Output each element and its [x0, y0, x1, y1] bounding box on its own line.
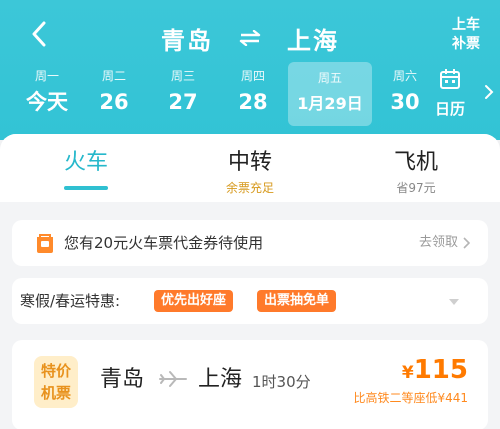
onboard-ticket-line2: 补票: [452, 36, 480, 52]
tab-flight-sub: 省97元: [396, 181, 436, 195]
flight-deal-card[interactable]: 特价 机票 青岛 上海 1时30分 ¥115 比高铁二等座低¥441: [12, 340, 488, 429]
date-item[interactable]: 周六 30: [370, 68, 440, 116]
coupon-banner[interactable]: 您有20元火车票代金券待使用 去领取: [12, 220, 488, 266]
tab-transfer-label: 中转: [227, 150, 272, 175]
badge-line2: 机票: [40, 384, 71, 402]
chevron-right-icon[interactable]: [484, 84, 494, 100]
calendar-icon: [440, 69, 460, 89]
date-strip: 周一 今天 周二 26 周三 27 周四 28 周五 1月29日 周六 30 日…: [0, 62, 500, 134]
onboard-ticket-line1: 上车: [452, 17, 480, 33]
coupon-text: 您有20元火车票代金券待使用: [64, 234, 264, 252]
date-value: 30: [390, 90, 420, 114]
date-value: 28: [238, 90, 268, 114]
tab-flight[interactable]: 飞机 省97元: [346, 148, 486, 196]
tab-flight-label: 飞机: [393, 150, 438, 175]
swap-button[interactable]: [239, 30, 261, 46]
onboard-ticket-button[interactable]: 上车 补票: [446, 16, 486, 54]
promo-tag-good-seat[interactable]: 优先出好座: [154, 290, 234, 312]
tab-transfer[interactable]: 中转 余票充足: [180, 148, 320, 196]
tab-transfer-sub: 余票充足: [225, 181, 274, 195]
date-item[interactable]: 周一 今天: [12, 68, 82, 116]
date-value: 26: [99, 90, 129, 114]
price-value: 115: [413, 355, 468, 385]
promo-label: 寒假/春运特惠:: [20, 292, 121, 310]
price-comparison: 比高铁二等座低¥441: [353, 391, 468, 405]
flight-price: ¥115: [402, 354, 468, 389]
promo-banner[interactable]: 寒假/春运特惠: 优先出好座 出票抽免单: [12, 278, 488, 324]
badge-line1: 特价: [40, 362, 71, 380]
date-value: 27: [168, 90, 198, 114]
calendar-label: 日历: [434, 100, 465, 118]
special-flight-badge: 特价 机票: [34, 356, 78, 408]
from-city[interactable]: 青岛: [161, 21, 213, 56]
date-item[interactable]: 周四 28: [218, 68, 288, 116]
dropdown-icon[interactable]: [448, 298, 460, 306]
tab-train[interactable]: 火车: [16, 148, 156, 178]
route-title: 青岛 上海: [0, 20, 500, 56]
date-item[interactable]: 周三 27: [148, 68, 218, 116]
date-value: 今天: [26, 90, 68, 114]
promo-tag-free-draw[interactable]: 出票抽免单: [257, 290, 337, 312]
content-sheet: 火车 中转 余票充足 飞机 省97元 您有20元火车票代金券待使用 去领取 寒假…: [0, 134, 500, 429]
coupon-icon: [37, 234, 53, 253]
price-currency: ¥: [401, 363, 414, 383]
active-tab-indicator: [64, 186, 108, 190]
date-weekday: 周四: [240, 69, 265, 83]
date-weekday: 周三: [170, 69, 195, 83]
flight-duration: 1时30分: [252, 373, 311, 391]
date-item-selected[interactable]: 周五 1月29日: [288, 62, 372, 126]
transport-tabs: 火车 中转 余票充足 飞机 省97元: [0, 134, 500, 202]
airplane-icon: [159, 371, 187, 387]
tab-train-label: 火车: [63, 150, 108, 175]
flight-from: 青岛: [100, 367, 145, 392]
calendar-button[interactable]: 日历: [431, 68, 469, 119]
flight-to: 上海: [198, 367, 243, 392]
date-weekday: 周六: [392, 69, 417, 83]
date-weekday: 周二: [101, 69, 126, 83]
coupon-claim-link[interactable]: 去领取: [419, 234, 458, 252]
header: 青岛 上海 上车 补票 周一 今天 周二 26 周三 27 周四 28 周五 1…: [0, 0, 500, 140]
swap-icon: [239, 30, 261, 46]
date-item[interactable]: 周二 26: [79, 68, 149, 116]
date-weekday: 周五: [317, 71, 342, 85]
to-city[interactable]: 上海: [287, 21, 339, 56]
date-value: 1月29日: [297, 94, 363, 113]
chevron-right-icon: [463, 237, 470, 249]
date-weekday: 周一: [34, 69, 59, 83]
